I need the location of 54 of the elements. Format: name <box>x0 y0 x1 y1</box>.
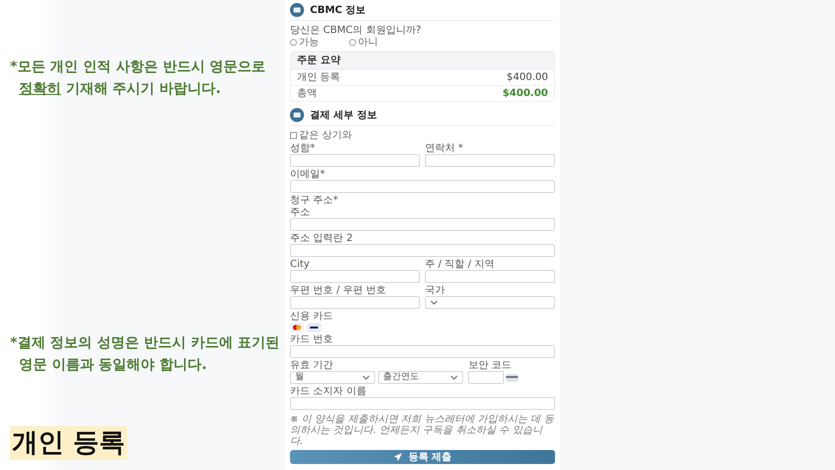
amount: $400.00 <box>506 72 548 83</box>
field-label: 신용 카드 <box>290 311 334 322</box>
input-field[interactable] <box>290 154 420 167</box>
select-field[interactable]: 월 <box>290 371 376 384</box>
send-icon <box>393 452 404 462</box>
input-field[interactable] <box>290 218 555 231</box>
field-label: 카드 소지자 이름 <box>290 386 368 397</box>
input-field[interactable] <box>290 180 555 193</box>
select-field[interactable]: 출간연도 <box>378 371 464 384</box>
chevron-icon <box>430 300 438 305</box>
page-title: 개인 등록 <box>10 426 128 460</box>
section-title: 결제 세부 정보 <box>310 109 377 122</box>
chevron-icon <box>450 375 458 380</box>
field-label: 청구 주소* <box>290 195 338 206</box>
submit-button[interactable]: 등록 제출 <box>290 450 555 464</box>
radio-option[interactable]: 아니 <box>349 37 378 48</box>
note-text: *결제 정보의 성명은 반드시 카드에 표기된 영문 이름과 동일해야 합니다. <box>10 334 280 375</box>
field-label: 연락처 * <box>425 143 464 154</box>
field-label: 주소 입력란 2 <box>290 233 354 244</box>
input-field[interactable] <box>290 296 420 309</box>
card-logo-icon <box>307 323 321 332</box>
input-field[interactable] <box>290 345 555 358</box>
fine-print: ※ 이 양식을 제출하시면 저희 뉴스레터에 가입하시는 데 동의하시는 것입니다. 언제든지 구독을 취소하실 수 있습니다. <box>290 414 555 447</box>
field-label: 성함* <box>290 143 316 154</box>
input-field[interactable] <box>290 397 555 410</box>
field-label: 이메일* <box>290 169 326 180</box>
summary-label: 개인 등록 <box>297 72 340 83</box>
field-label: 주소 <box>290 207 311 218</box>
summary-label: 총액 <box>297 88 317 99</box>
mastercard-icon <box>290 323 304 332</box>
field-label: 유효 기간 <box>290 360 334 371</box>
input-field[interactable] <box>290 244 555 257</box>
field-label: 카드 번호 <box>290 334 334 345</box>
field-label: 국가 <box>425 285 446 296</box>
input-field[interactable] <box>468 371 504 384</box>
field-label: 우편 번호 / 우편 번호 <box>290 285 388 296</box>
input-field[interactable] <box>290 270 420 283</box>
summary-title: 주문 요약 <box>291 52 554 69</box>
card-back-icon <box>506 374 518 382</box>
field-label: 보안 코드 <box>468 360 513 371</box>
select-field[interactable] <box>425 296 555 309</box>
question-label: 당신은 CBMC의 회원입니까? <box>290 25 422 36</box>
input-field[interactable] <box>425 154 555 167</box>
id-card-icon <box>290 3 304 17</box>
card-icon <box>290 108 304 122</box>
note-text: *모든 개인 인적 사항은 반드시 영문으로 정확히 기재해 주시기 바랍니다. <box>10 58 266 99</box>
amount: $400.00 <box>502 88 548 99</box>
radio-option[interactable]: 가능 <box>290 37 319 48</box>
input-field[interactable] <box>425 270 555 283</box>
checkbox-option[interactable]: 같은 상기와 <box>290 130 555 141</box>
field-label: City <box>290 259 311 270</box>
field-label: 주 / 직할 / 지역 <box>425 259 496 270</box>
chevron-icon <box>362 375 370 380</box>
section-title: CBMC 정보 <box>310 4 366 17</box>
